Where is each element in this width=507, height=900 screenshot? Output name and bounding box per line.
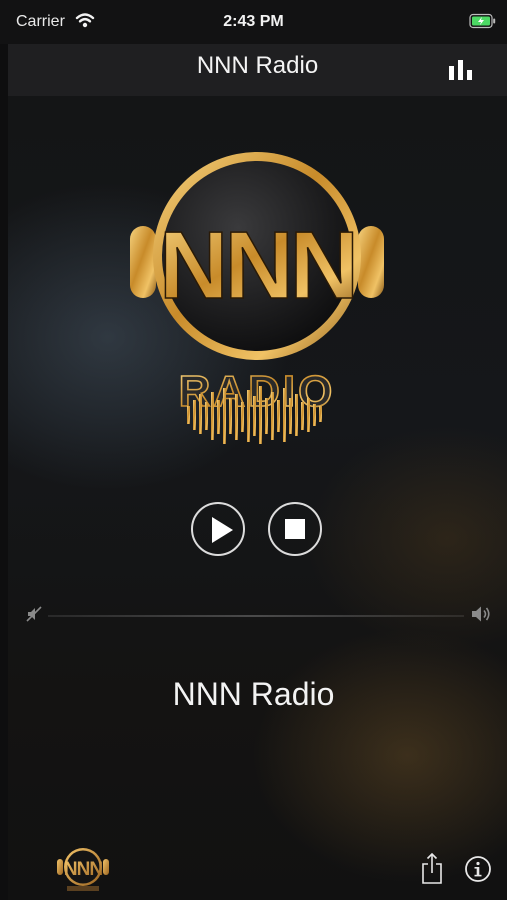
stop-button[interactable] — [268, 502, 322, 556]
play-button[interactable] — [191, 502, 245, 556]
stop-icon — [285, 519, 305, 539]
speaker-muted-icon — [26, 605, 44, 628]
station-logo: NNN RADIO — [125, 148, 395, 458]
mini-logo-text: NNN — [64, 859, 102, 880]
navigation-bar: NNN Radio — [8, 44, 507, 96]
clock: 2:43 PM — [223, 13, 284, 30]
speaker-loud-icon — [470, 604, 494, 629]
station-name: NNN Radio — [172, 676, 335, 712]
mini-logo[interactable]: NNN — [55, 845, 111, 893]
logo-word: RADIO — [179, 367, 336, 416]
volume-slider[interactable] — [48, 615, 464, 617]
info-icon[interactable] — [464, 855, 492, 883]
status-bar: Carrier 2:43 PM — [0, 0, 507, 44]
battery-charging-icon — [469, 13, 497, 34]
nav-title: NNN Radio — [196, 52, 319, 79]
bar-chart-icon[interactable] — [447, 58, 477, 82]
logo-letters: NNN — [159, 212, 355, 319]
play-icon — [212, 517, 233, 543]
share-icon[interactable] — [420, 852, 444, 886]
